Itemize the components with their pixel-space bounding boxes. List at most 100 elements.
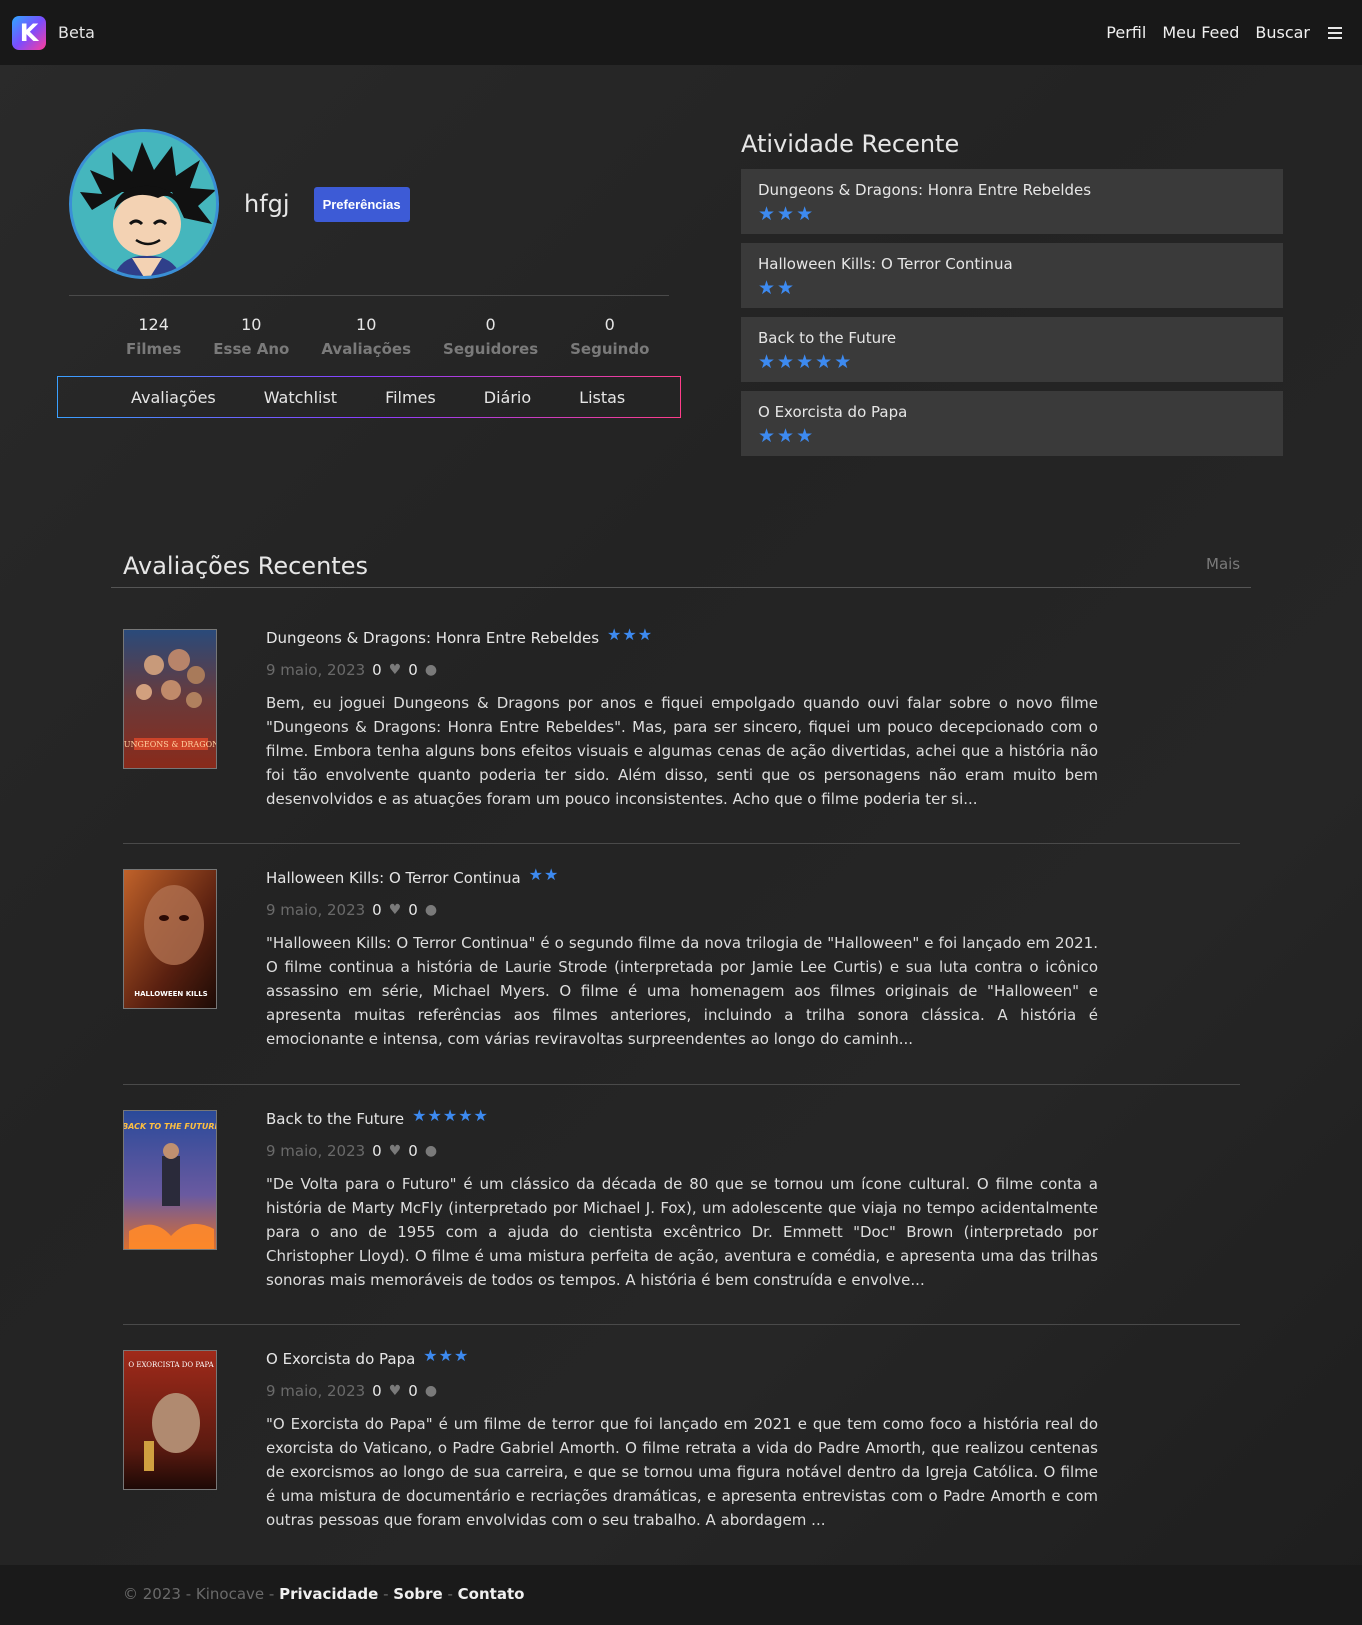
stat-value: 10 [356,315,377,334]
footer-separator: - [378,1585,394,1603]
tab-listas[interactable]: Listas [579,388,625,407]
nav-links: Perfil Meu Feed Buscar [1106,23,1342,42]
reviews-more-link[interactable]: Mais [1206,555,1240,573]
tab-diario[interactable]: Diário [484,388,531,407]
movie-poster[interactable]: O EXORCISTA DO PAPA [123,1350,217,1490]
poster-title: HALLOWEEN KILLS [134,990,207,998]
review-movie-title[interactable]: Back to the Future [266,1110,404,1128]
kinocave-logo[interactable]: K [12,15,46,50]
tab-avaliacoes[interactable]: Avaliações [131,388,216,407]
star-icon: ★ [758,351,776,373]
footer: © 2023 - Kinocave - Privacidade - Sobre … [0,1565,1362,1625]
stat-filmes[interactable]: 124 Filmes [110,315,197,358]
review-header: Halloween Kills: O Terror Continua ★ ★ [266,867,1098,888]
comment-count: 0 [408,661,418,679]
star-rating: ★ ★ ★ [423,1348,468,1364]
star-icon: ★ [815,351,833,373]
activity-title: Atividade Recente [741,130,960,158]
stat-esse-ano[interactable]: 10 Esse Ano [197,315,305,358]
star-icon: ★ [473,1106,488,1125]
poster-title: DUNGEONS & DRAGONS [124,740,217,749]
star-icon: ★ [442,1106,458,1125]
review-movie-title[interactable]: O Exorcista do Papa [266,1350,415,1368]
star-icon: ★ [796,425,814,447]
activity-item-title: Halloween Kills: O Terror Continua [758,255,1013,273]
star-icon: ★ [758,203,776,225]
tab-watchlist[interactable]: Watchlist [264,388,337,407]
stat-value: 124 [138,315,169,334]
like-count: 0 [372,661,382,679]
review-movie-title[interactable]: Halloween Kills: O Terror Continua [266,869,521,887]
activity-item[interactable]: Dungeons & Dragons: Honra Entre Rebeldes… [741,169,1283,234]
comment-icon[interactable]: ● [425,1383,437,1399]
hamburger-menu-icon[interactable] [1328,26,1342,39]
review-separator [123,1084,1240,1085]
activity-item-title: Back to the Future [758,329,897,347]
activity-item[interactable]: Back to the Future ★ ★ ★ ★ ★ [741,317,1283,382]
review-meta: 9 maio, 2023 0 ♥ 0 ● [266,1382,1098,1400]
review-text: "O Exorcista do Papa" é um filme de terr… [266,1415,1098,1529]
review-date: 9 maio, 2023 [266,901,366,919]
profile-divider [69,295,669,296]
footer-copyright: © 2023 - Kinocave - [123,1585,280,1603]
star-icon: ★ [427,1106,442,1125]
star-rating: ★ ★ ★ [758,427,813,446]
activity-item[interactable]: Halloween Kills: O Terror Continua ★ ★ [741,243,1283,308]
username: hfgj [244,190,290,218]
star-icon: ★ [458,1106,473,1125]
star-icon: ★ [412,1106,427,1125]
movie-poster[interactable]: HALLOWEEN KILLS [123,869,217,1009]
heart-icon[interactable]: ♥ [389,902,402,918]
nav-link-perfil[interactable]: Perfil [1106,23,1146,42]
star-icon: ★ [622,625,637,644]
footer-link-about[interactable]: Sobre [393,1585,442,1603]
nav-link-meu-feed[interactable]: Meu Feed [1162,23,1239,42]
star-icon: ★ [777,351,795,373]
activity-list: Dungeons & Dragons: Honra Entre Rebeldes… [741,169,1283,465]
footer-separator: - [442,1585,458,1603]
star-rating: ★ ★ ★ [607,627,652,643]
heart-icon[interactable]: ♥ [389,1383,402,1399]
heart-icon[interactable]: ♥ [389,662,402,678]
star-icon: ★ [637,625,653,644]
reviews-title: Avaliações Recentes [123,552,368,580]
star-icon: ★ [758,277,776,299]
star-icon: ★ [834,351,852,373]
stat-label: Esse Ano [213,340,290,358]
review-movie-title[interactable]: Dungeons & Dragons: Honra Entre Rebeldes [266,629,599,647]
movie-poster[interactable]: DUNGEONS & DRAGONS [123,629,217,769]
like-count: 0 [372,1142,382,1160]
review-separator [123,1324,1240,1325]
star-rating: ★ ★ [529,867,559,883]
comment-icon[interactable]: ● [425,902,437,918]
profile-tabs: Avaliações Watchlist Filmes Diário Lista… [57,376,681,418]
stat-seguindo[interactable]: 0 Seguindo [554,315,665,358]
star-icon: ★ [777,425,795,447]
footer-link-privacy[interactable]: Privacidade [279,1585,378,1603]
review-date: 9 maio, 2023 [266,1382,366,1400]
review-body: Back to the Future ★ ★ ★ ★ ★ 9 maio, 2023 0 … [266,1106,1098,1292]
stat-avaliacoes[interactable]: 10 Avaliações [305,315,427,358]
review-date: 9 maio, 2023 [266,661,366,679]
star-icon: ★ [544,865,559,884]
comment-icon[interactable]: ● [425,1143,437,1159]
comment-icon[interactable]: ● [425,662,437,678]
stat-seguidores[interactable]: 0 Seguidores [427,315,554,358]
footer-link-contact[interactable]: Contato [458,1585,525,1603]
preferences-button[interactable]: Preferências [313,186,410,222]
tab-filmes[interactable]: Filmes [385,388,436,407]
footer-text: © 2023 - Kinocave - Privacidade - Sobre … [123,1585,524,1603]
activity-item[interactable]: O Exorcista do Papa ★ ★ ★ [741,391,1283,456]
nav-link-buscar[interactable]: Buscar [1255,23,1310,42]
heart-icon[interactable]: ♥ [389,1143,402,1159]
brand[interactable]: K Beta [12,15,95,50]
activity-item-title: Dungeons & Dragons: Honra Entre Rebeldes [758,181,1092,199]
review-body: Dungeons & Dragons: Honra Entre Rebeldes… [266,627,1098,811]
review-text: "Halloween Kills: O Terror Continua" é o… [266,934,1098,1048]
profile-stats: 124 Filmes 10 Esse Ano 10 Avaliações 0 S… [110,315,665,358]
poster-title: BACK TO THE FUTURE [124,1122,217,1131]
star-icon: ★ [607,625,622,644]
movie-poster[interactable]: BACK TO THE FUTURE [123,1110,217,1250]
review-header: O Exorcista do Papa ★ ★ ★ [266,1348,1098,1369]
stat-value: 10 [241,315,262,334]
